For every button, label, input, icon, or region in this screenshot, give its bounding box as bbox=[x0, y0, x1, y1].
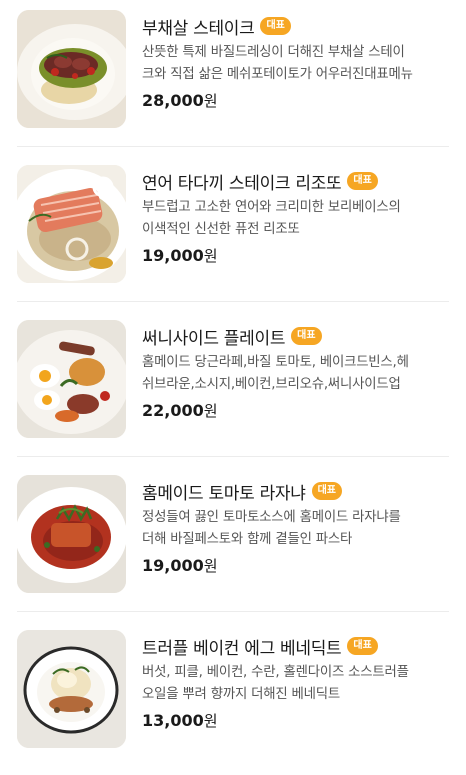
description-line: 크와 직접 삶은 메쉬포테이토가 어우러진대표메뉴 bbox=[142, 67, 413, 82]
menu-item-title-row: 트러플 베이컨 에그 베네딕트 대표 bbox=[142, 632, 452, 660]
price-value: 22,000 bbox=[142, 401, 204, 420]
menu-item-name: 연어 타다끼 스테이크 리조또 bbox=[142, 173, 342, 194]
menu-item-photo bbox=[17, 10, 126, 128]
description-line: 산뜻한 특제 바질드레싱이 더해진 부채살 스테이 bbox=[142, 45, 405, 60]
description-line: 버섯, 피클, 베이컨, 수란, 홀렌다이즈 소스트러플 bbox=[142, 665, 409, 680]
price-unit: 원 bbox=[203, 247, 218, 265]
menu-item-info: 홈메이드 토마토 라자냐 대표 정성들여 끓인 토마토소스에 홈메이드 라자냐를… bbox=[142, 477, 452, 576]
description-line: 이색적인 신선한 퓨전 리조또 bbox=[142, 222, 300, 237]
description-line: 정성들여 끓인 토마토소스에 홈메이드 라자냐를 bbox=[142, 510, 401, 525]
menu-list: 부채살 스테이크 대표 산뜻한 특제 바질드레싱이 더해진 부채살 스테이 크와… bbox=[0, 0, 466, 759]
menu-item-description: 산뜻한 특제 바질드레싱이 더해진 부채살 스테이 크와 직접 삶은 메쉬포테이… bbox=[142, 42, 452, 86]
menu-item-photo bbox=[17, 165, 126, 283]
menu-item-title-row: 부채살 스테이크 대표 bbox=[142, 12, 452, 40]
menu-item-info: 부채살 스테이크 대표 산뜻한 특제 바질드레싱이 더해진 부채살 스테이 크와… bbox=[142, 12, 452, 111]
description-line: 쉬브라운,소시지,베이컨,브리오슈,써니사이드업 bbox=[142, 377, 401, 392]
menu-item-truffle-benedict[interactable]: 트러플 베이컨 에그 베네딕트 대표 버섯, 피클, 베이컨, 수란, 홀렌다이… bbox=[0, 620, 466, 775]
menu-item-price: 19,000원 bbox=[142, 555, 452, 576]
price-unit: 원 bbox=[203, 92, 218, 110]
menu-item-price: 19,000원 bbox=[142, 245, 452, 266]
price-unit: 원 bbox=[203, 402, 218, 420]
divider bbox=[17, 146, 449, 147]
menu-item-salmon-risotto[interactable]: 연어 타다끼 스테이크 리조또 대표 부드럽고 고소한 연어와 크리미한 보리베… bbox=[0, 155, 466, 310]
signature-badge: 대표 bbox=[347, 637, 378, 655]
menu-item-name: 써니사이드 플레이트 bbox=[142, 328, 286, 349]
description-line: 오일을 뿌려 향까지 더해진 베네딕트 bbox=[142, 687, 341, 702]
signature-badge: 대표 bbox=[311, 482, 343, 500]
menu-item-photo bbox=[17, 320, 126, 438]
menu-item-description: 부드럽고 고소한 연어와 크리미한 보리베이스의 이색적인 신선한 퓨전 리조또 bbox=[142, 197, 452, 241]
menu-item-title-row: 써니사이드 플레이트 대표 bbox=[142, 322, 452, 350]
menu-item-title-row: 홈메이드 토마토 라자냐 대표 bbox=[142, 477, 452, 505]
menu-item-info: 연어 타다끼 스테이크 리조또 대표 부드럽고 고소한 연어와 크리미한 보리베… bbox=[142, 167, 452, 266]
price-unit: 원 bbox=[203, 557, 218, 575]
menu-item-info: 트러플 베이컨 에그 베네딕트 대표 버섯, 피클, 베이컨, 수란, 홀렌다이… bbox=[142, 632, 452, 731]
signature-badge: 대표 bbox=[291, 327, 322, 345]
steak-dish-image bbox=[17, 10, 126, 128]
lasagna-image bbox=[17, 475, 126, 593]
menu-item-name: 부채살 스테이크 bbox=[142, 18, 255, 39]
menu-item-price: 13,000원 bbox=[142, 710, 452, 731]
menu-item-info: 써니사이드 플레이트 대표 홈메이드 당근라페,바질 토마토, 베이크드빈스,헤… bbox=[142, 322, 452, 421]
menu-item-steak[interactable]: 부채살 스테이크 대표 산뜻한 특제 바질드레싱이 더해진 부채살 스테이 크와… bbox=[0, 0, 466, 155]
menu-item-photo bbox=[17, 630, 126, 748]
menu-item-tomato-lasagna[interactable]: 홈메이드 토마토 라자냐 대표 정성들여 끓인 토마토소스에 홈메이드 라자냐를… bbox=[0, 465, 466, 620]
divider bbox=[17, 301, 449, 302]
price-value: 13,000 bbox=[142, 711, 204, 730]
menu-item-description: 버섯, 피클, 베이컨, 수란, 홀렌다이즈 소스트러플 오일을 뿌려 향까지 … bbox=[142, 662, 452, 706]
divider bbox=[17, 611, 449, 612]
description-line: 홈메이드 당근라페,바질 토마토, 베이크드빈스,헤 bbox=[142, 355, 409, 370]
description-line: 부드럽고 고소한 연어와 크리미한 보리베이스의 bbox=[142, 200, 401, 215]
divider bbox=[17, 456, 449, 457]
price-value: 28,000 bbox=[142, 91, 204, 110]
menu-item-name: 트러플 베이컨 에그 베네딕트 bbox=[142, 638, 342, 659]
menu-item-name: 홈메이드 토마토 라자냐 bbox=[142, 483, 306, 504]
menu-item-price: 28,000원 bbox=[142, 90, 452, 111]
menu-item-photo bbox=[17, 475, 126, 593]
menu-item-title-row: 연어 타다끼 스테이크 리조또 대표 bbox=[142, 167, 452, 195]
menu-item-sunnyside-plate[interactable]: 써니사이드 플레이트 대표 홈메이드 당근라페,바질 토마토, 베이크드빈스,헤… bbox=[0, 310, 466, 465]
menu-item-price: 22,000원 bbox=[142, 400, 452, 421]
price-unit: 원 bbox=[203, 712, 218, 730]
salmon-risotto-image bbox=[17, 165, 126, 283]
signature-badge: 대표 bbox=[347, 172, 378, 190]
signature-badge: 대표 bbox=[260, 17, 291, 35]
description-line: 더해 바질페스토와 함께 곁들인 파스타 bbox=[142, 532, 353, 547]
menu-item-description: 홈메이드 당근라페,바질 토마토, 베이크드빈스,헤 쉬브라운,소시지,베이컨,… bbox=[142, 352, 452, 396]
menu-item-description: 정성들여 끓인 토마토소스에 홈메이드 라자냐를 더해 바질페스토와 함께 곁들… bbox=[142, 507, 452, 551]
price-value: 19,000 bbox=[142, 246, 204, 265]
price-value: 19,000 bbox=[142, 556, 204, 575]
benedict-image bbox=[17, 630, 126, 748]
sunnyside-plate-image bbox=[17, 320, 126, 438]
